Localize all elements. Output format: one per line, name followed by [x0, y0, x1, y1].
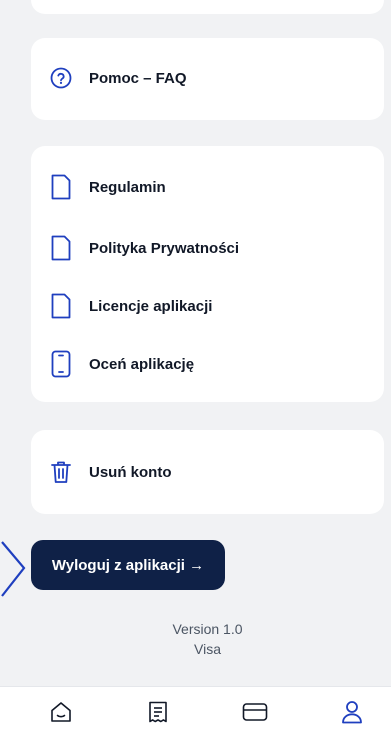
faq-label: Pomoc – FAQ [89, 69, 187, 87]
help-card: Pomoc – FAQ [31, 38, 384, 120]
version-text: Version 1.0 [172, 621, 243, 637]
licenses-link[interactable]: Licencje aplikacji [49, 288, 366, 324]
faq-link[interactable]: Pomoc – FAQ [49, 60, 366, 96]
bottom-navigation [0, 686, 391, 739]
account-card: Usuń konto [31, 430, 384, 514]
brand-text: Visa [194, 641, 221, 657]
licenses-label: Licencje aplikacji [89, 297, 213, 315]
profile-icon [342, 701, 362, 724]
nav-cards[interactable] [240, 697, 270, 727]
nav-receipts[interactable] [143, 697, 173, 727]
regulations-link[interactable]: Regulamin [49, 169, 366, 205]
rate-app-label: Oceń aplikację [89, 355, 195, 373]
document-icon [49, 234, 73, 262]
trash-icon [49, 458, 73, 486]
document-icon [49, 173, 73, 201]
logout-label: Wyloguj z aplikacji → [51, 556, 205, 574]
phone-icon [49, 350, 73, 378]
receipt-icon [149, 701, 167, 723]
card-icon [242, 703, 268, 721]
privacy-policy-link[interactable]: Polityka Prywatności [49, 230, 366, 266]
previous-card-edge [31, 0, 384, 14]
delete-account-button[interactable]: Usuń konto [49, 454, 366, 490]
rate-app-link[interactable]: Oceń aplikację [49, 346, 366, 382]
legal-card: Regulamin Polityka Prywatności Licencje … [31, 146, 384, 402]
question-circle-icon [49, 64, 73, 92]
nav-home[interactable] [46, 697, 76, 727]
nav-profile[interactable] [337, 697, 367, 727]
document-icon [49, 292, 73, 320]
focus-indicator-arrow [1, 541, 26, 597]
delete-account-label: Usuń konto [89, 463, 172, 481]
regulations-label: Regulamin [89, 178, 166, 196]
logout-button[interactable]: Wyloguj z aplikacji → [31, 540, 225, 590]
privacy-policy-label: Polityka Prywatności [89, 239, 240, 257]
home-icon [51, 702, 71, 722]
